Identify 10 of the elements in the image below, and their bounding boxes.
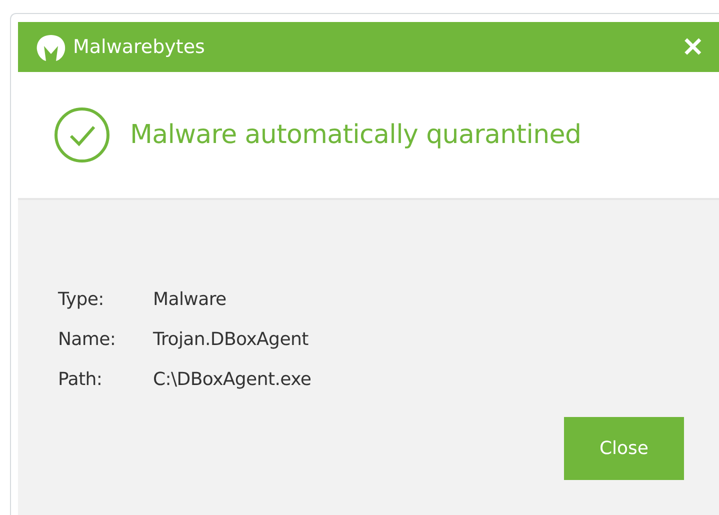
detail-value: Trojan.DBoxAgent (153, 328, 310, 352)
detail-value: Malware (153, 288, 228, 312)
detail-value: C:\DBoxAgent.exe (153, 368, 312, 392)
notification-message: Malware automatically quarantined (130, 120, 582, 150)
detail-label: Type: (58, 288, 105, 312)
window-title: Malwarebytes (73, 36, 206, 58)
logo-icon (35, 32, 67, 62)
close-button[interactable]: Close (564, 417, 684, 480)
detail-label: Path: (58, 368, 104, 392)
detail-label: Name: (58, 328, 117, 352)
